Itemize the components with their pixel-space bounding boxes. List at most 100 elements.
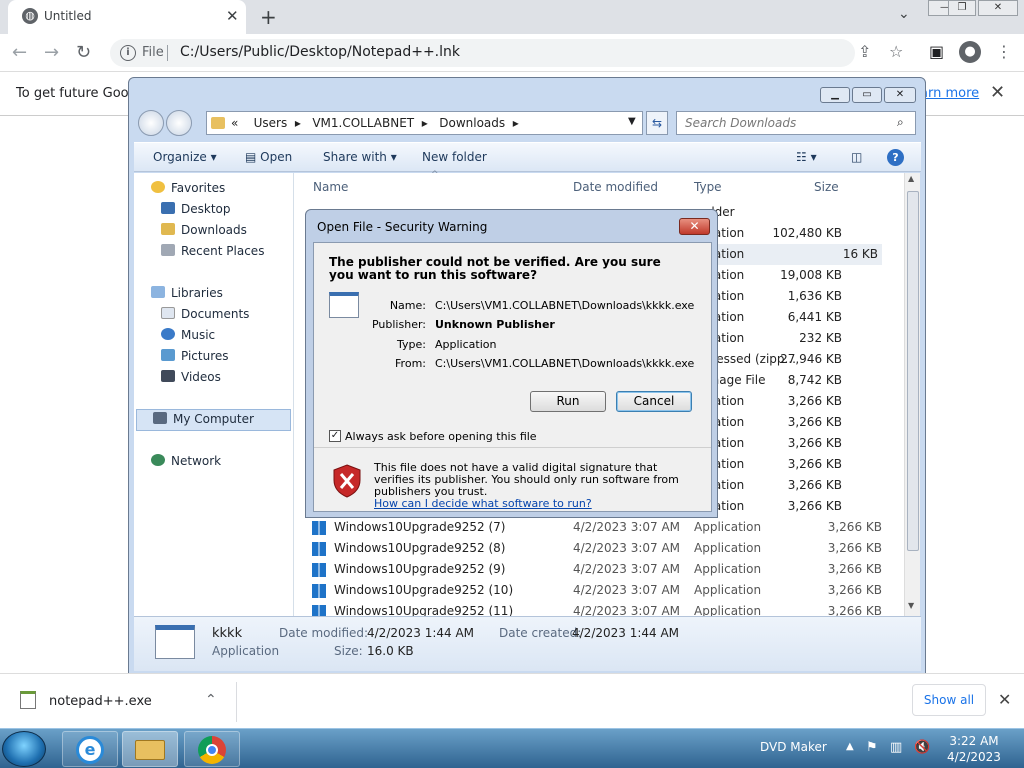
column-name[interactable]: Name: [313, 180, 348, 194]
star-icon[interactable]: ☆: [889, 42, 903, 61]
new-tab-button[interactable]: +: [260, 5, 277, 29]
close-icon[interactable]: ✕: [990, 82, 1005, 103]
folder-icon: [211, 117, 225, 129]
search-placeholder: Search Downloads: [685, 116, 797, 130]
dialog-close-button[interactable]: ✕: [679, 218, 710, 235]
breadcrumb-more[interactable]: «: [231, 116, 238, 130]
refresh-icon[interactable]: ⇆: [646, 111, 668, 135]
back-arrow-icon[interactable]: ←: [12, 42, 27, 63]
close-icon[interactable]: ✕: [226, 7, 239, 25]
breadcrumb-users[interactable]: Users: [254, 116, 288, 130]
system-clock[interactable]: 3:22 AM 4/2/2023: [944, 733, 1004, 765]
preview-pane-icon[interactable]: ◫: [851, 150, 862, 164]
vertical-scrollbar[interactable]: ▲ ▼: [904, 173, 920, 616]
application-icon: [155, 625, 195, 659]
search-input[interactable]: Search Downloads ⌕: [676, 111, 916, 135]
clock-time: 3:22 AM: [949, 734, 999, 748]
table-row[interactable]: Windows10Upgrade9252 (7) 4/2/2023 3:07 AM…: [312, 517, 882, 538]
download-item[interactable]: notepad++.exe: [49, 694, 152, 709]
table-row[interactable]: Windows10Upgrade9252 (10) 4/2/2023 3:07 A…: [312, 580, 882, 601]
list-item[interactable]: ication 16 KB: [694, 244, 882, 265]
back-button[interactable]: [138, 110, 164, 136]
recent-icon: [161, 244, 175, 256]
nav-network[interactable]: Network: [151, 454, 309, 474]
cancel-button[interactable]: Cancel: [616, 391, 692, 412]
tray-arrow-icon[interactable]: ▲: [846, 741, 854, 752]
network-tray-icon[interactable]: ▥: [890, 740, 902, 755]
breadcrumb-vm1[interactable]: VM1.COLLABNET: [312, 116, 414, 130]
nav-favorites[interactable]: Favorites: [151, 181, 309, 201]
restore-button[interactable]: ❐: [948, 0, 976, 16]
video-icon: [161, 370, 175, 382]
forward-button[interactable]: [166, 110, 192, 136]
row-name: Windows10Upgrade9252 (9): [334, 562, 506, 576]
details-modified-value: 4/2/2023 1:44 AM: [367, 626, 475, 640]
chevron-down-icon[interactable]: ⌄: [898, 6, 910, 22]
window-close-button[interactable]: ✕: [978, 0, 1018, 16]
organize-button[interactable]: Organize ▾: [153, 150, 217, 164]
row-size: 8,742 KB: [787, 373, 842, 387]
always-ask-checkbox[interactable]: ✓: [329, 430, 341, 442]
maximize-button[interactable]: ▭: [852, 87, 882, 103]
breadcrumb-downloads[interactable]: Downloads: [439, 116, 505, 130]
row-name: Windows10Upgrade9252 (10): [334, 583, 514, 597]
always-ask-label[interactable]: Always ask before opening this file: [345, 430, 537, 443]
scroll-down-icon[interactable]: ▼: [908, 601, 914, 610]
scroll-up-icon[interactable]: ▲: [908, 174, 914, 183]
row-size: 3,266 KB: [787, 394, 842, 408]
tab-untitled[interactable]: ◍ Untitled ✕: [8, 0, 246, 34]
breadcrumb: « Users ▸ VM1.COLLABNET ▸ Downloads ▸: [231, 116, 519, 130]
share-with-button[interactable]: Share with ▾: [323, 150, 397, 164]
row-type: Application: [694, 541, 762, 555]
row-type: Application: [694, 520, 762, 534]
learn-more-link[interactable]: arn more: [920, 86, 979, 101]
column-type[interactable]: Type: [694, 180, 722, 194]
from-label: From:: [395, 357, 426, 370]
action-center-icon[interactable]: ⚑: [866, 740, 878, 755]
table-row[interactable]: Windows10Upgrade9252 (8) 4/2/2023 3:07 AM…: [312, 538, 882, 559]
window-close-button[interactable]: ✕: [884, 87, 916, 103]
help-icon[interactable]: ?: [887, 149, 904, 166]
dvd-maker-label[interactable]: DVD Maker: [760, 740, 827, 754]
scrollbar-thumb[interactable]: [907, 191, 919, 551]
browser-toolbar: ← → ↻ i File C:/Users/Public/Desktop/Not…: [0, 34, 1024, 72]
chevron-down-icon[interactable]: ▼: [628, 116, 636, 127]
details-pane: kkkk Application Date modified: 4/2/2023…: [134, 616, 921, 671]
help-link[interactable]: How can I decide what software to run?: [374, 497, 592, 510]
column-size[interactable]: Size: [814, 180, 839, 194]
reload-icon[interactable]: ↻: [76, 42, 91, 63]
nav-libraries[interactable]: Libraries: [151, 286, 309, 306]
profile-avatar[interactable]: ●: [959, 41, 981, 63]
taskbar-chrome[interactable]: [184, 731, 240, 767]
volume-muted-icon[interactable]: 🔇: [914, 740, 930, 755]
taskbar-explorer[interactable]: [122, 731, 178, 767]
minimize-button[interactable]: ▁: [820, 87, 850, 103]
column-date-modified[interactable]: Date modified: [573, 180, 658, 194]
row-size: 27,946 KB: [780, 352, 842, 366]
nav-my-computer[interactable]: My Computer: [136, 409, 291, 431]
forward-arrow-icon[interactable]: →: [44, 42, 59, 63]
views-icon[interactable]: ☷ ▾: [796, 150, 817, 164]
search-icon[interactable]: ⌕: [897, 115, 904, 130]
show-all-button[interactable]: Show all: [912, 684, 986, 716]
run-button[interactable]: Run: [530, 391, 606, 412]
row-size: 3,266 KB: [827, 541, 882, 555]
new-folder-button[interactable]: New folder: [422, 150, 487, 164]
info-icon[interactable]: i: [120, 45, 136, 61]
table-row[interactable]: Windows10Upgrade9252 (9) 4/2/2023 3:07 AM…: [312, 559, 882, 580]
url-text[interactable]: C:/Users/Public/Desktop/Notepad++.lnk: [180, 44, 460, 60]
close-icon[interactable]: ✕: [998, 690, 1011, 709]
network-icon: [151, 454, 165, 466]
start-button[interactable]: [2, 731, 46, 767]
open-button[interactable]: ▤ Open: [245, 150, 292, 164]
share-icon[interactable]: ⇪: [858, 42, 871, 61]
address-bar[interactable]: i File C:/Users/Public/Desktop/Notepad++…: [110, 39, 855, 67]
chevron-up-icon[interactable]: ⌃: [205, 692, 217, 708]
sidebar-icon[interactable]: ▣: [929, 42, 944, 61]
taskbar-internet-explorer[interactable]: e: [62, 731, 118, 767]
menu-dots-icon[interactable]: ⋮: [996, 42, 1012, 61]
explorer-address-bar[interactable]: « Users ▸ VM1.COLLABNET ▸ Downloads ▸ ▼: [206, 111, 643, 135]
info-bar-text: To get future Googl: [16, 86, 141, 101]
from-value: C:\Users\VM1.COLLABNET\Downloads\kkkk.ex…: [435, 357, 695, 370]
details-created-label: Date created:: [499, 626, 582, 640]
